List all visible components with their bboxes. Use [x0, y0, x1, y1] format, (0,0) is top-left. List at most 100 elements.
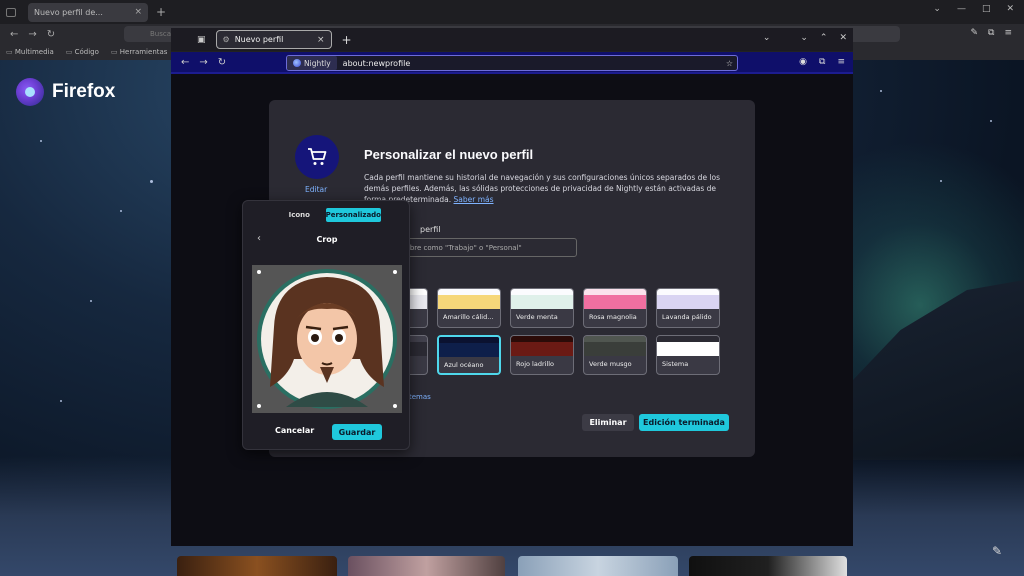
menu-icon[interactable]: ≡ [1004, 28, 1012, 38]
crop-handle[interactable] [257, 404, 261, 408]
star [880, 90, 882, 92]
minimize-icon[interactable]: — [957, 4, 966, 14]
bookmark-item[interactable]: Multimedia [6, 48, 54, 56]
inner-tab[interactable]: ⚙ Nuevo perfil × [215, 30, 332, 49]
theme-option[interactable]: Sistema [656, 335, 720, 375]
extensions-icon[interactable]: ⧉ [819, 57, 825, 67]
new-tab-button[interactable]: + [342, 33, 352, 47]
theme-label: Azul océano [444, 361, 484, 369]
inner-tab-title: Nuevo perfil [234, 35, 284, 44]
bookmark-item[interactable]: Código [66, 48, 99, 56]
tab-list-icon[interactable]: ▣ [197, 35, 206, 45]
delete-button[interactable]: Eliminar [582, 414, 634, 431]
theme-swatch [511, 336, 573, 356]
theme-option[interactable]: Rojo ladrillo [510, 335, 574, 375]
tab-overview-icon[interactable] [6, 7, 16, 17]
maximize-icon[interactable]: ⌃ [820, 33, 828, 43]
thumbnail[interactable] [177, 556, 337, 576]
avatar-image [257, 269, 397, 409]
reload-icon[interactable]: ↻ [218, 57, 226, 68]
theme-option[interactable]: Verde menta [510, 288, 574, 328]
description-text: Cada perfil mantiene su historial de nav… [364, 173, 721, 204]
tab-custom[interactable]: Personalizado [325, 208, 381, 222]
profile-avatar[interactable] [295, 135, 339, 179]
theme-swatch [439, 337, 499, 357]
outer-tab-bar: Nuevo perfil de... × + ⌄ — □ ✕ [0, 0, 1024, 24]
outer-tab-title: Nuevo perfil de... [34, 7, 103, 17]
chevron-down-icon[interactable]: ⌄ [933, 4, 941, 14]
back-arrow-icon[interactable]: ← [10, 29, 18, 40]
crop-handle[interactable] [393, 404, 397, 408]
bookmark-star-icon[interactable]: ☆ [726, 59, 733, 68]
reload-icon[interactable]: ↻ [47, 29, 55, 40]
more-themes-link[interactable]: temas [409, 393, 431, 401]
crop-handle[interactable] [257, 270, 261, 274]
new-tab-button[interactable]: + [156, 5, 166, 19]
inner-window-controls: ⌄ ⌄ ⌃ ✕ [763, 33, 847, 43]
learn-more-link[interactable]: Saber más [454, 195, 494, 204]
minimize-icon[interactable]: ⌄ [800, 33, 808, 43]
theme-option[interactable]: Verde musgo [583, 335, 647, 375]
theme-option[interactable]: Rosa magnolia [583, 288, 647, 328]
star [120, 210, 122, 212]
account-icon[interactable]: ◉ [799, 57, 807, 67]
save-button[interactable]: Guardar [332, 424, 382, 440]
nightly-label: Nightly [304, 58, 331, 68]
close-icon[interactable]: × [317, 35, 325, 45]
thumbnail[interactable] [518, 556, 678, 576]
dialog-description: Cada perfil mantiene su historial de nav… [364, 172, 724, 205]
theme-swatch [657, 289, 719, 309]
star [150, 180, 153, 183]
outer-tab[interactable]: Nuevo perfil de... × [28, 2, 148, 22]
back-arrow-icon[interactable]: ← [181, 57, 189, 68]
forward-arrow-icon[interactable]: → [28, 29, 36, 40]
firefox-globe-icon [16, 78, 44, 106]
close-icon[interactable]: × [134, 7, 142, 17]
theme-option[interactable]: Azul océano [437, 335, 501, 375]
firefox-wordmark: Firefox [52, 81, 116, 102]
inner-url-bar[interactable]: Nightly about:newprofile ☆ [286, 55, 738, 71]
inner-toolbar-icons: ◉ ⧉ ≡ [799, 57, 845, 67]
chevron-down-icon[interactable]: ⌄ [763, 33, 771, 43]
outer-toolbar-icons: ✎ ⧉ ≡ [970, 28, 1012, 38]
theme-option[interactable]: Amarillo cálid... [437, 288, 501, 328]
url-text[interactable]: about:newprofile [343, 59, 411, 68]
extension-icon[interactable]: ✎ [970, 28, 978, 38]
inner-tab-bar: ▣ ⚙ Nuevo perfil × + ⌄ ⌄ ⌃ ✕ [171, 28, 853, 52]
theme-swatch [657, 336, 719, 356]
theme-label: Rojo ladrillo [516, 360, 555, 368]
crop-title: Crop [316, 235, 338, 244]
theme-label: Lavanda pálido [662, 313, 712, 321]
profile-name-input[interactable]: mbre como "Trabajo" o "Personal" [394, 238, 577, 257]
star [990, 120, 992, 122]
thumbnail[interactable] [348, 556, 505, 576]
close-window-icon[interactable]: ✕ [839, 33, 847, 43]
bookmark-item[interactable]: Herramientas [111, 48, 168, 56]
done-editing-button[interactable]: Edición terminada [639, 414, 729, 431]
theme-label: Sistema [662, 360, 689, 368]
theme-swatch [584, 336, 646, 356]
theme-option[interactable]: Lavanda pálido [656, 288, 720, 328]
nightly-identity-badge[interactable]: Nightly [287, 56, 337, 70]
puzzle-icon[interactable]: ⧉ [988, 28, 994, 38]
theme-swatch [584, 289, 646, 309]
close-window-icon[interactable]: ✕ [1006, 4, 1014, 14]
forward-arrow-icon[interactable]: → [199, 57, 207, 68]
crop-area[interactable] [252, 265, 402, 413]
theme-grid: Amarillo cálid... Verde menta Rosa magnoli… [364, 288, 720, 375]
tab-icon[interactable]: Icono [273, 208, 326, 222]
crop-handle[interactable] [393, 270, 397, 274]
maximize-icon[interactable]: □ [982, 4, 991, 14]
pencil-icon[interactable]: ✎ [992, 544, 1002, 558]
cancel-button[interactable]: Cancelar [275, 426, 314, 435]
shopping-cart-icon [308, 148, 327, 165]
edit-avatar-link[interactable]: Editar [305, 185, 327, 194]
thumbnail[interactable] [689, 556, 847, 576]
theme-label: Rosa magnolia [589, 313, 637, 321]
theme-swatch [438, 289, 500, 309]
star [90, 300, 92, 302]
avatar-type-toggle: Icono Personalizado [273, 208, 381, 222]
theme-label: Verde menta [516, 313, 558, 321]
menu-icon[interactable]: ≡ [837, 57, 845, 67]
inner-nav-bar: ← → ↻ Nightly about:newprofile ☆ ◉ ⧉ ≡ [171, 52, 853, 74]
